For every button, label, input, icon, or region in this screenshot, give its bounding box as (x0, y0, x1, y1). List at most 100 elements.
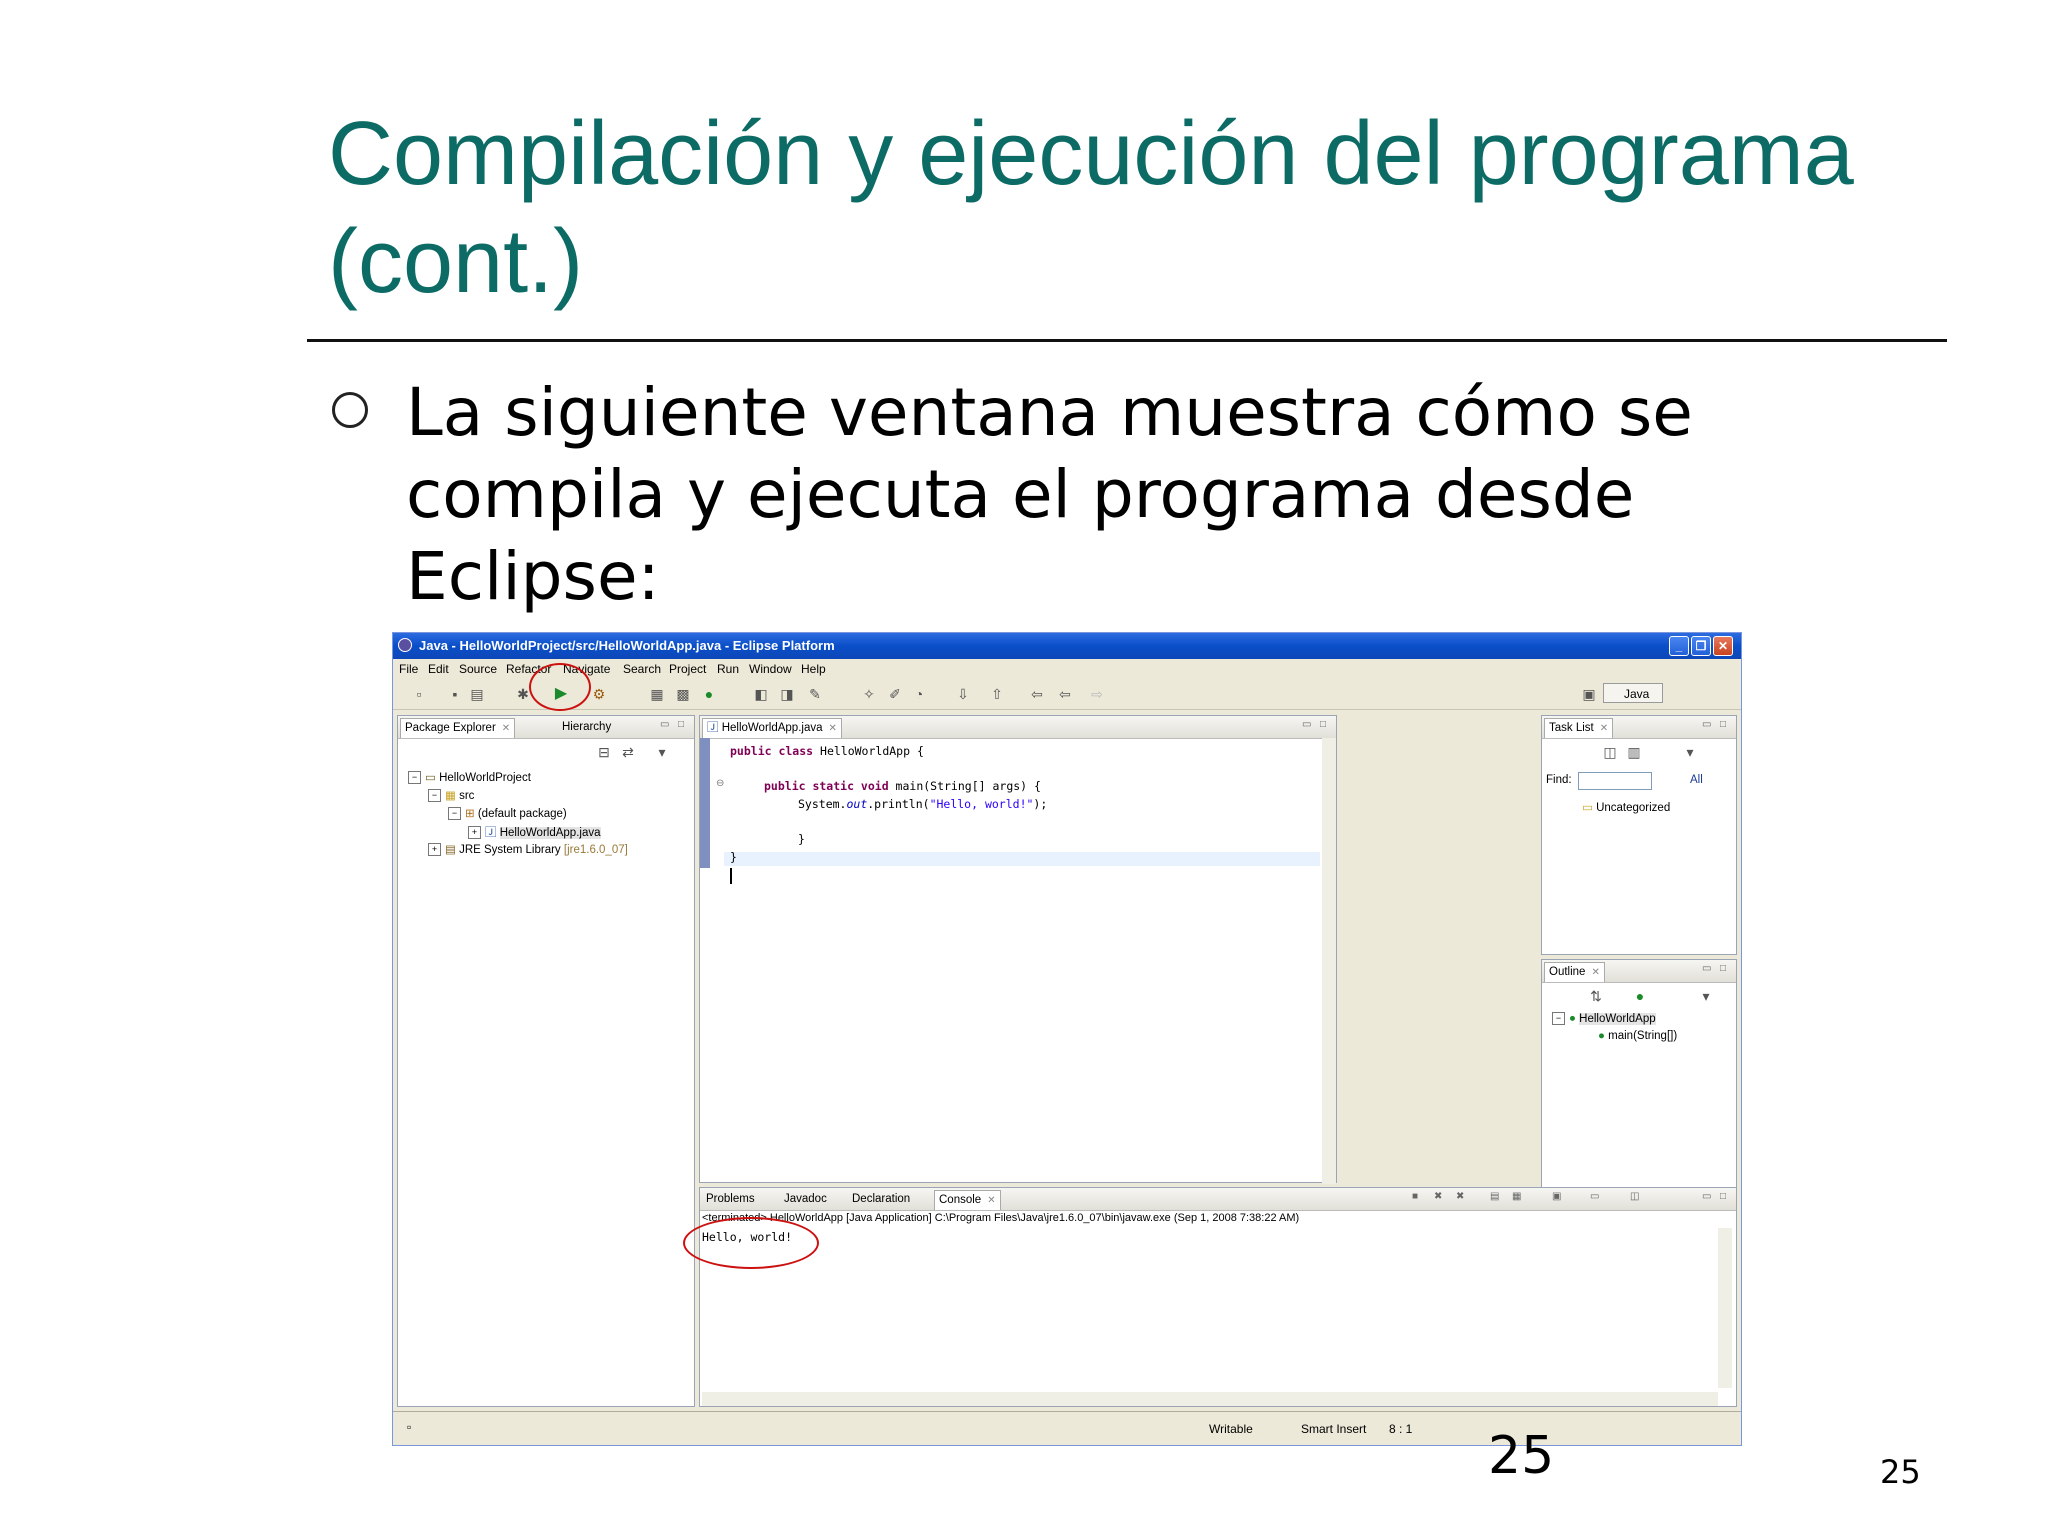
save-icon[interactable]: ▪ (447, 686, 463, 702)
close-icon[interactable]: ✕ (1600, 723, 1608, 734)
close-icon[interactable]: ✕ (987, 1195, 995, 1206)
tab-declaration[interactable]: Declaration (848, 1190, 914, 1209)
outline-item-method[interactable]: ● main(String[]) (1598, 1030, 1677, 1042)
code-line-3[interactable]: System.out.println("Hello, world!"); (798, 797, 1047, 811)
tree-item-file[interactable]: + 🄹 HelloWorldApp.java (468, 824, 601, 840)
tab-package-explorer[interactable]: Package Explorer ✕ (400, 718, 516, 738)
collapse-all-icon[interactable]: ⊟ (596, 744, 612, 760)
editor-vertical-scrollbar[interactable] (1322, 738, 1336, 1184)
highlight-icon[interactable]: ✐ (887, 686, 903, 702)
maximize-icon[interactable]: ❐ (1691, 636, 1711, 656)
menu-help[interactable]: Help (801, 662, 826, 676)
expand-icon[interactable]: + (428, 843, 441, 857)
open-perspective-icon[interactable]: ▣ (1581, 686, 1597, 702)
menu-search[interactable]: Search (623, 662, 661, 676)
terminate-icon[interactable]: ■ (1412, 1191, 1418, 1202)
search-icon[interactable]: ✎ (807, 686, 823, 702)
external-tools-icon[interactable]: ⚙ (591, 686, 607, 702)
clear-console-icon[interactable]: ▤ (1490, 1191, 1499, 1202)
new-class-icon[interactable]: ● (701, 686, 717, 702)
code-line-4[interactable]: } (798, 832, 805, 846)
toggle-mark-icon[interactable]: ✧ (861, 686, 877, 702)
menu-file[interactable]: File (399, 662, 418, 676)
minimize-icon[interactable]: ▭ (1302, 719, 1311, 730)
minimize-icon[interactable]: ▭ (660, 719, 669, 730)
menu-run[interactable]: Run (717, 662, 739, 676)
previous-annotation-icon[interactable]: ⇧ (989, 686, 1005, 702)
new-task-icon[interactable]: ◫ (1602, 744, 1618, 760)
all-filter[interactable]: All (1690, 774, 1703, 786)
expand-icon[interactable]: + (468, 826, 481, 840)
tab-helloworldapp-java[interactable]: 🄹 HelloWorldApp.java ✕ (702, 718, 842, 738)
show-whitespace-icon[interactable]: ◔ (911, 686, 927, 702)
view-menu-icon[interactable]: ▾ (1682, 744, 1698, 760)
open-folder-icon[interactable]: ◨ (779, 686, 795, 702)
code-line-5[interactable]: } (730, 850, 737, 864)
tree-item-src[interactable]: − ▦ src (428, 788, 474, 803)
tree-item-uncategorized[interactable]: ▭ Uncategorized (1582, 800, 1670, 814)
maximize-icon[interactable]: □ (1720, 1191, 1726, 1202)
console-vertical-scrollbar[interactable] (1718, 1228, 1732, 1388)
tab-hierarchy[interactable]: Hierarchy (558, 718, 615, 737)
tree-item-package[interactable]: − ⊞ (default package) (448, 806, 567, 821)
tab-task-list[interactable]: Task List ✕ (1544, 718, 1614, 738)
folder-icon: ▭ (1582, 802, 1597, 814)
maximize-icon[interactable]: □ (1720, 719, 1726, 730)
code-line-2[interactable]: public static void main(String[] args) { (764, 779, 1041, 793)
view-menu-icon[interactable]: ▾ (1698, 988, 1714, 1004)
tab-problems[interactable]: Problems (702, 1190, 759, 1209)
maximize-icon[interactable]: □ (1720, 963, 1726, 974)
tab-console[interactable]: Console ✕ (934, 1190, 1001, 1210)
back-icon[interactable]: ⇦ (1029, 686, 1045, 702)
new-java-project-icon[interactable]: ▦ (649, 686, 665, 702)
tree-item-project[interactable]: − ▭ HelloWorldProject (408, 770, 531, 785)
minimize-icon[interactable]: _ (1669, 636, 1689, 656)
sort-icon[interactable]: ⇅ (1588, 988, 1604, 1004)
print-icon[interactable]: ▤ (469, 686, 485, 702)
close-icon[interactable]: ✕ (1591, 967, 1599, 978)
console-horizontal-scrollbar[interactable] (702, 1392, 1718, 1406)
link-editor-icon[interactable]: ⇄ (620, 744, 636, 760)
java-perspective-button[interactable]: Java (1603, 683, 1663, 703)
collapse-icon[interactable]: − (1552, 1012, 1565, 1025)
close-icon[interactable]: ✕ (502, 723, 510, 734)
library-icon: ▤ (445, 844, 460, 856)
scroll-lock-icon[interactable]: ▦ (1512, 1191, 1521, 1202)
hide-fields-icon[interactable]: ● (1632, 988, 1648, 1004)
menu-edit[interactable]: Edit (428, 662, 449, 676)
menu-project[interactable]: Project (669, 662, 706, 676)
remove-all-icon[interactable]: ✖ (1456, 1191, 1464, 1202)
menu-window[interactable]: Window (749, 662, 792, 676)
find-input[interactable] (1578, 772, 1652, 790)
fast-view-icon[interactable]: ▫ (407, 1420, 411, 1434)
collapse-icon[interactable]: − (428, 789, 441, 803)
tree-item-jre[interactable]: + ▤ JRE System Library [jre1.6.0_07] (428, 842, 628, 857)
display-console-icon[interactable]: ▭ (1590, 1191, 1599, 1202)
code-line-1[interactable]: public class HelloWorldApp { (730, 744, 924, 758)
close-icon[interactable]: ✕ (829, 723, 837, 734)
minimize-icon[interactable]: ▭ (1702, 719, 1711, 730)
tab-outline[interactable]: Outline ✕ (1544, 962, 1605, 982)
minimize-icon[interactable]: ▭ (1702, 1191, 1711, 1202)
open-console-icon[interactable]: ◫ (1630, 1191, 1639, 1202)
fold-icon[interactable]: ⊖ (716, 778, 724, 789)
menu-source[interactable]: Source (459, 662, 497, 676)
view-menu-icon[interactable]: ▾ (654, 744, 670, 760)
minimize-icon[interactable]: ▭ (1702, 963, 1711, 974)
maximize-icon[interactable]: □ (678, 719, 684, 730)
collapse-icon[interactable]: − (448, 807, 461, 821)
new-icon[interactable]: ▫ (411, 686, 427, 702)
next-icon[interactable]: ⇨ (1089, 686, 1105, 702)
filter-icon[interactable]: ▥ (1626, 744, 1642, 760)
forward-icon[interactable]: ⇦ (1057, 686, 1073, 702)
pin-console-icon[interactable]: ▣ (1552, 1191, 1561, 1202)
open-type-icon[interactable]: ◧ (753, 686, 769, 702)
remove-launch-icon[interactable]: ✖ (1434, 1191, 1442, 1202)
maximize-icon[interactable]: □ (1320, 719, 1326, 730)
outline-item-class[interactable]: − ● HelloWorldApp (1552, 1012, 1656, 1025)
new-package-icon[interactable]: ▩ (675, 686, 691, 702)
next-annotation-icon[interactable]: ⇩ (955, 686, 971, 702)
collapse-icon[interactable]: − (408, 771, 421, 785)
close-icon[interactable]: ✕ (1713, 636, 1733, 656)
tab-javadoc[interactable]: Javadoc (780, 1190, 831, 1209)
